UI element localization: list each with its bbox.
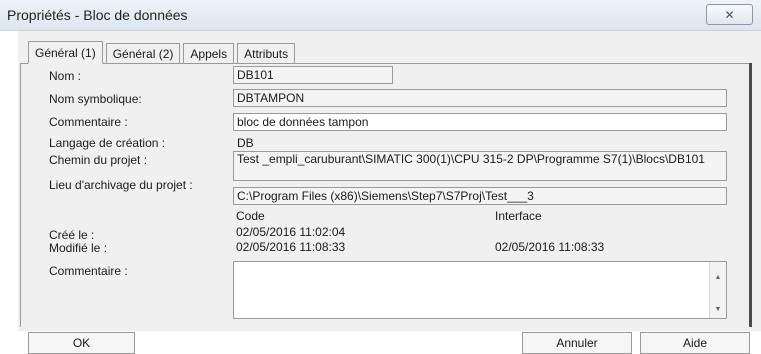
commentaire-label: Commentaire : [49,115,128,129]
tab-attributs[interactable]: Attributs [237,43,296,64]
lieu-field[interactable]: C:\Program Files (x86)\Siemens\Step7\S7P… [233,187,727,205]
chemin-label: Chemin du projet : [49,153,148,167]
tab-appels[interactable]: Appels [183,43,235,64]
interface-column-header: Interface [495,209,542,223]
left-edge [0,31,18,354]
tab-general-2[interactable]: Général (2) [105,43,181,64]
title-bar: Propriétés - Bloc de données ✕ [0,0,761,31]
cancel-button[interactable]: Annuler [522,332,632,354]
panel-border [749,63,752,327]
nom-symbolique-field[interactable]: DBTAMPON [233,89,727,107]
lieu-label: Lieu d'archivage du projet : [49,178,193,192]
tab-bar: Général (1) Général (2) Appels Attributs [28,41,298,64]
close-icon: ✕ [724,7,735,22]
cree-label: Créé le : [49,228,95,242]
nom-symbolique-label: Nom symbolique: [49,92,142,106]
commentaire-2-label: Commentaire : [49,264,128,278]
help-button[interactable]: Aide [640,332,750,354]
cree-code-value: 02/05/2016 11:02:04 [236,225,346,239]
tab-general-1[interactable]: Général (1) [28,41,103,64]
modifie-code-value: 02/05/2016 11:08:33 [236,240,346,254]
commentaire-textarea[interactable]: ▲ ▼ [233,261,727,319]
nom-field[interactable]: DB101 [233,66,393,84]
modifie-label: Modifié le : [49,241,108,255]
code-column-header: Code [236,209,265,223]
nom-label: Nom : [49,69,82,83]
close-button[interactable]: ✕ [706,4,753,25]
window-title: Propriétés - Bloc de données [7,7,188,23]
scroll-down-icon[interactable]: ▼ [710,302,726,316]
commentaire-field[interactable]: bloc de données tampon [233,113,727,131]
modifie-interface-value: 02/05/2016 11:08:33 [495,240,605,254]
langage-label: Langage de création : [49,136,166,150]
ok-button[interactable]: OK [28,332,135,354]
chemin-field[interactable]: Test _empli_caruburant\SIMATIC 300(1)\CP… [233,151,727,181]
langage-value: DB [237,136,254,150]
scroll-up-icon[interactable]: ▲ [710,270,726,284]
textarea-scrollbar[interactable]: ▲ ▼ [709,262,726,318]
